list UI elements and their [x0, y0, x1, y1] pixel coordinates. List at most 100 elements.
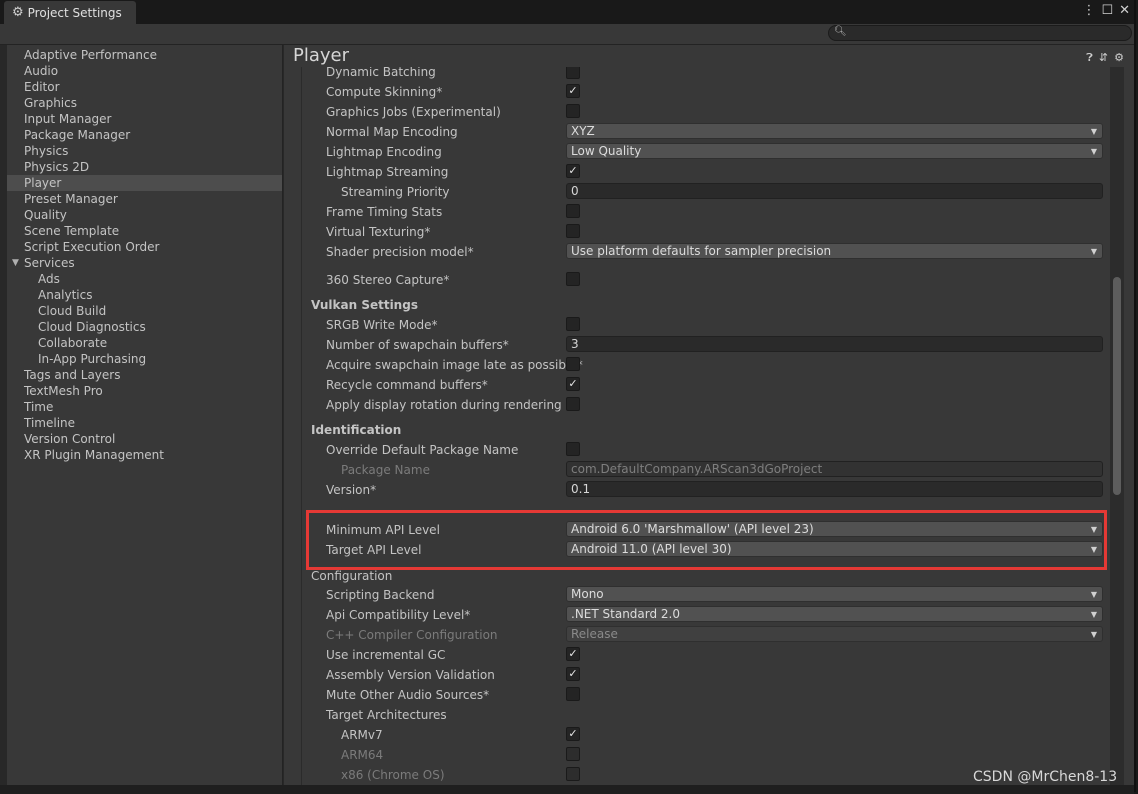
input-streaming-priority[interactable]: 0	[566, 183, 1103, 199]
sidebar-item-input-manager[interactable]: Input Manager	[7, 111, 282, 127]
search-input[interactable]: 🔍︎	[828, 25, 1132, 41]
chevron-down-icon: ▼	[1090, 127, 1097, 136]
checkbox-360-stereo-capture[interactable]	[566, 272, 580, 286]
checkbox-incremental-gc[interactable]: ✓	[566, 647, 580, 661]
sidebar-item-player[interactable]: Player	[7, 175, 282, 191]
scrollbar-thumb[interactable]	[1113, 277, 1121, 495]
sidebar-item-textmesh-pro[interactable]: TextMesh Pro	[7, 383, 282, 399]
sidebar-item-package-manager[interactable]: Package Manager	[7, 127, 282, 143]
checkbox-frame-timing-stats[interactable]	[566, 204, 580, 218]
label-target-api-level: Target API Level	[326, 543, 422, 557]
checkbox-dynamic-batching[interactable]	[566, 67, 580, 79]
sidebar-item-editor[interactable]: Editor	[7, 79, 282, 95]
sidebar: Adaptive Performance Audio Editor Graphics I…	[7, 45, 283, 785]
label-shader-precision: Shader precision model*	[326, 245, 474, 259]
sidebar-item-label: Graphics	[24, 96, 77, 110]
sidebar-item-label: Preset Manager	[24, 192, 118, 206]
checkbox-display-rotation[interactable]	[566, 397, 580, 411]
preset-icon[interactable]: ⇵	[1099, 51, 1108, 65]
sidebar-item-label: Quality	[24, 208, 67, 222]
expand-triangle-icon[interactable]: ▼	[12, 255, 19, 271]
sidebar-item-label: Tags and Layers	[24, 368, 121, 382]
sidebar-item-xr-plugin-management[interactable]: XR Plugin Management	[7, 447, 282, 463]
label-compute-skinning: Compute Skinning*	[326, 85, 443, 99]
sidebar-item-physics[interactable]: Physics	[7, 143, 282, 159]
checkbox-recycle-command-buffers[interactable]: ✓	[566, 377, 580, 391]
window-title: Project Settings	[27, 5, 122, 20]
label-swapchain-buffers: Number of swapchain buffers*	[326, 338, 509, 352]
sidebar-item-analytics[interactable]: Analytics	[7, 287, 282, 303]
dropdown-shader-precision[interactable]: Use platform defaults for sampler precis…	[566, 243, 1103, 259]
settings-gear-icon[interactable]: ⚙	[1114, 51, 1124, 65]
chevron-down-icon: ▼	[1090, 247, 1097, 256]
sidebar-item-time[interactable]: Time	[7, 399, 282, 415]
label-api-compatibility-level: Api Compatibility Level*	[326, 608, 471, 622]
maximize-icon[interactable]: ☐	[1101, 3, 1113, 18]
sidebar-item-in-app-purchasing[interactable]: In-App Purchasing	[7, 351, 282, 367]
sidebar-item-cloud-build[interactable]: Cloud Build	[7, 303, 282, 319]
label-armv7: ARMv7	[341, 728, 383, 742]
sidebar-item-label: Version Control	[24, 432, 116, 446]
input-version[interactable]: 0.1	[566, 481, 1103, 497]
checkbox-override-package-name[interactable]	[566, 442, 580, 456]
chevron-down-icon: ▼	[1090, 610, 1097, 619]
sidebar-item-tags-and-layers[interactable]: Tags and Layers	[7, 367, 282, 383]
sidebar-item-label: Audio	[24, 64, 59, 78]
checkbox-x86-chrome-os	[566, 767, 580, 781]
sidebar-item-adaptive-performance[interactable]: Adaptive Performance	[7, 47, 282, 63]
label-scripting-backend: Scripting Backend	[326, 588, 435, 602]
sidebar-item-label: Physics 2D	[24, 160, 90, 174]
sidebar-item-label: Adaptive Performance	[24, 48, 157, 62]
sidebar-item-label: Cloud Diagnostics	[38, 320, 146, 334]
checkbox-lightmap-streaming[interactable]: ✓	[566, 164, 580, 178]
sidebar-item-label: Package Manager	[24, 128, 131, 142]
main-panel: Player ❓︎ ⇵ ⚙ Dynamic Batching Compute S…	[284, 45, 1134, 790]
sidebar-item-ads[interactable]: Ads	[7, 271, 282, 287]
sidebar-item-label: Player	[24, 176, 62, 190]
gear-icon: ⚙	[12, 5, 24, 20]
checkbox-acquire-swapchain-late[interactable]	[566, 357, 580, 371]
checkbox-virtual-texturing[interactable]	[566, 224, 580, 238]
checkbox-arm64	[566, 747, 580, 761]
page-title: Player	[293, 45, 350, 66]
sidebar-item-graphics[interactable]: Graphics	[7, 95, 282, 111]
sidebar-item-script-execution-order[interactable]: Script Execution Order	[7, 239, 282, 255]
sidebar-item-physics-2d[interactable]: Physics 2D	[7, 159, 282, 175]
dropdown-value: Android 11.0 (API level 30)	[571, 542, 732, 556]
help-icon[interactable]: ❓︎	[1086, 51, 1093, 65]
player-settings-content: Dynamic Batching Compute Skinning* ✓ Gra…	[301, 67, 1110, 785]
sidebar-item-version-control[interactable]: Version Control	[7, 431, 282, 447]
dropdown-normal-map-encoding[interactable]: XYZ ▼	[566, 123, 1103, 139]
dropdown-minimum-api-level[interactable]: Android 6.0 'Marshmallow' (API level 23)…	[566, 521, 1103, 537]
dropdown-api-compatibility-level[interactable]: .NET Standard 2.0 ▼	[566, 606, 1103, 622]
label-recycle-command-buffers: Recycle command buffers*	[326, 378, 488, 392]
sidebar-item-collaborate[interactable]: Collaborate	[7, 335, 282, 351]
dropdown-value: Mono	[571, 587, 604, 601]
sidebar-item-scene-template[interactable]: Scene Template	[7, 223, 282, 239]
background-editor-strip	[0, 785, 1134, 794]
dropdown-scripting-backend[interactable]: Mono ▼	[566, 586, 1103, 602]
sidebar-item-cloud-diagnostics[interactable]: Cloud Diagnostics	[7, 319, 282, 335]
checkbox-assembly-version-validation[interactable]: ✓	[566, 667, 580, 681]
sidebar-item-audio[interactable]: Audio	[7, 63, 282, 79]
dropdown-lightmap-encoding[interactable]: Low Quality ▼	[566, 143, 1103, 159]
checkbox-compute-skinning[interactable]: ✓	[566, 84, 580, 98]
dropdown-target-api-level[interactable]: Android 11.0 (API level 30) ▼	[566, 541, 1103, 557]
input-swapchain-buffers[interactable]: 3	[566, 336, 1103, 352]
checkbox-srgb-write-mode[interactable]	[566, 317, 580, 331]
checkbox-graphics-jobs[interactable]	[566, 104, 580, 118]
sidebar-item-quality[interactable]: Quality	[7, 207, 282, 223]
dropdown-value: Release	[571, 627, 618, 641]
project-settings-window: ⚙ Project Settings ⋮ ☐ ✕ 🔍︎ Adaptive Per…	[0, 0, 1136, 792]
sidebar-item-timeline[interactable]: Timeline	[7, 415, 282, 431]
dropdown-value: .NET Standard 2.0	[571, 607, 681, 621]
vertical-scrollbar[interactable]	[1110, 67, 1124, 785]
sidebar-item-label: Cloud Build	[38, 304, 107, 318]
sidebar-item-services[interactable]: ▼ Services	[7, 255, 282, 271]
checkbox-armv7[interactable]: ✓	[566, 727, 580, 741]
more-options-icon[interactable]: ⋮	[1082, 3, 1095, 18]
close-icon[interactable]: ✕	[1119, 3, 1130, 18]
checkbox-mute-other-audio[interactable]	[566, 687, 580, 701]
sidebar-item-preset-manager[interactable]: Preset Manager	[7, 191, 282, 207]
project-settings-tab[interactable]: ⚙ Project Settings	[4, 1, 136, 24]
